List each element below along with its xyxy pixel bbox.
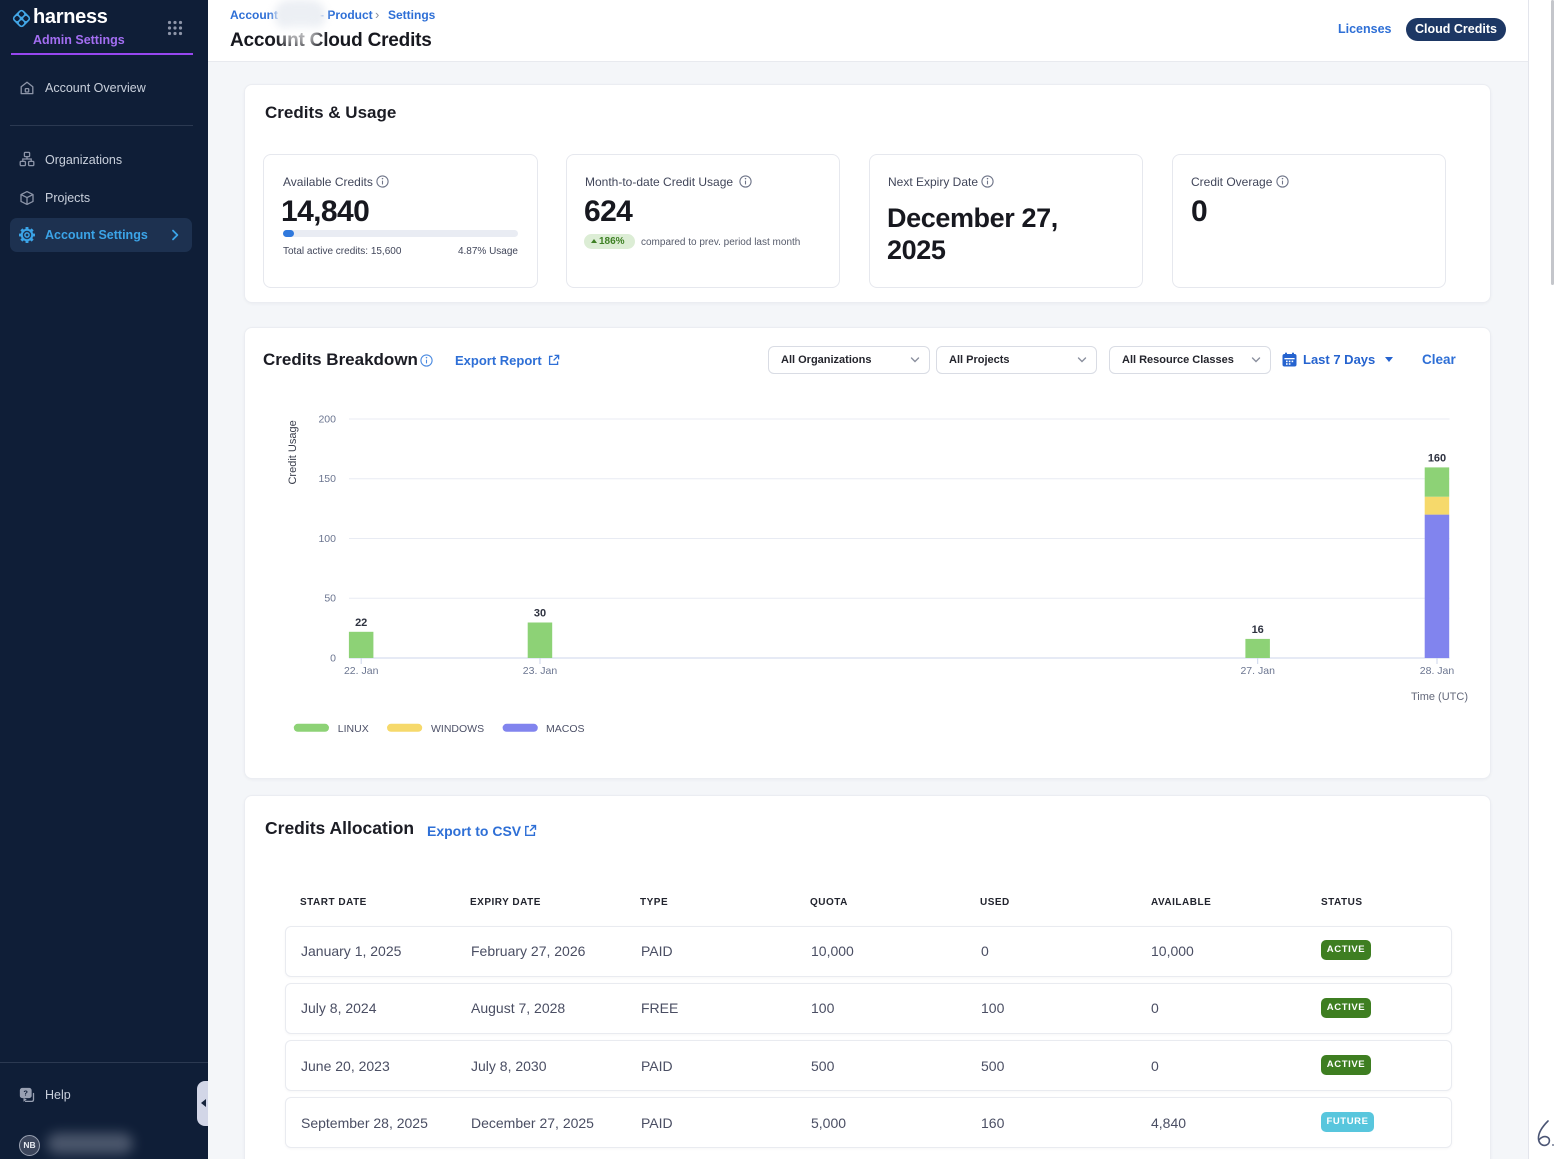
svg-text:0: 0	[330, 653, 336, 665]
svg-text:Time (UTC): Time (UTC)	[1411, 691, 1468, 703]
svg-text:28. Jan: 28. Jan	[1420, 665, 1455, 677]
svg-text:?: ?	[23, 1089, 28, 1098]
svg-text:MACOS: MACOS	[546, 723, 585, 735]
svg-text:22: 22	[355, 617, 367, 629]
svg-text:16: 16	[1252, 624, 1264, 636]
svg-text:100: 100	[318, 533, 336, 545]
svg-text:22. Jan: 22. Jan	[344, 665, 379, 677]
svg-text:30: 30	[534, 608, 546, 620]
svg-text:50: 50	[324, 593, 336, 605]
svg-text:WINDOWS: WINDOWS	[431, 723, 484, 735]
svg-text:160: 160	[1428, 452, 1446, 464]
svg-text:Credit Usage: Credit Usage	[287, 420, 299, 484]
svg-text:23. Jan: 23. Jan	[523, 665, 558, 677]
svg-text:LINUX: LINUX	[338, 723, 369, 735]
svg-text:27. Jan: 27. Jan	[1240, 665, 1275, 677]
svg-text:200: 200	[318, 414, 336, 426]
svg-text:150: 150	[318, 473, 336, 485]
